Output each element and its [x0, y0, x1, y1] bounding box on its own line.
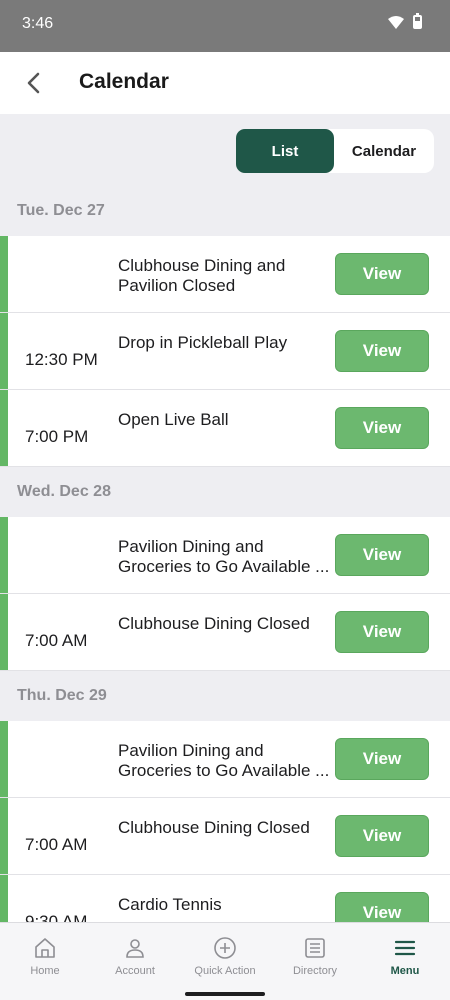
event-title: Open Live Ball — [118, 410, 229, 429]
tab-label: Menu — [390, 965, 420, 977]
event-row[interactable]: 12:30 PM Drop in Pickleball Play View — [0, 313, 450, 390]
battery-icon — [413, 13, 422, 29]
app-header: Calendar — [0, 52, 450, 114]
hamburger-icon — [394, 940, 416, 956]
calendar-view-button[interactable]: Calendar — [334, 129, 434, 173]
tab-label: Directory — [292, 965, 337, 977]
tab-label: Quick Action — [194, 965, 256, 977]
event-title: Clubhouse Dining Closed — [118, 818, 310, 837]
view-button[interactable]: View — [335, 253, 429, 295]
event-time: 12:30 PM — [25, 350, 98, 369]
home-icon — [35, 938, 55, 958]
list-view-button[interactable]: List — [236, 129, 334, 173]
event-title: Cardio Tennis — [118, 895, 222, 914]
day-header: Tue. Dec 27 — [0, 186, 450, 236]
wifi-icon — [388, 15, 404, 29]
event-time: 7:00 AM — [25, 835, 88, 854]
bottom-tab-bar: Home Account Quick Action Directory Menu — [0, 922, 450, 1000]
event-row[interactable]: Pavilion Dining and Groceries to Go Avai… — [0, 721, 450, 798]
status-time: 3:46 — [22, 15, 54, 32]
plus-circle-icon — [214, 937, 236, 959]
day-header: Thu. Dec 29 — [0, 671, 450, 721]
event-title: Drop in Pickleball Play — [118, 333, 288, 352]
day-header: Wed. Dec 28 — [0, 467, 450, 517]
event-time: 9:30 AM — [25, 912, 88, 922]
event-list: Tue. Dec 27 Clubhouse Dining and Pavilio… — [0, 186, 450, 922]
status-bar: 3:46 — [0, 0, 450, 52]
page-title: Calendar — [79, 70, 169, 93]
event-title: Clubhouse Dining Closed — [118, 614, 310, 633]
calendar-content[interactable]: List Calendar Tue. Dec 27 Clubhouse Dini… — [0, 114, 450, 922]
tab-directory[interactable]: Directory — [270, 923, 360, 985]
back-button[interactable] — [16, 65, 52, 101]
event-title: Pavilion Dining and Groceries to Go Avai… — [118, 741, 330, 780]
event-accent — [0, 798, 8, 874]
view-button[interactable]: View — [335, 534, 429, 576]
event-accent — [0, 313, 8, 389]
tab-label: Account — [115, 965, 155, 977]
event-row[interactable]: 7:00 PM Open Live Ball View — [0, 390, 450, 467]
view-button[interactable]: View — [335, 738, 429, 780]
home-indicator — [185, 992, 265, 996]
tab-quick-action[interactable]: Quick Action — [180, 923, 270, 985]
chevron-left-icon — [27, 72, 40, 94]
event-accent — [0, 236, 8, 312]
event-row[interactable]: 9:30 AM Cardio Tennis View — [0, 875, 450, 922]
event-row[interactable]: 7:00 AM Clubhouse Dining Closed View — [0, 798, 450, 875]
view-button[interactable]: View — [335, 611, 429, 653]
tab-menu[interactable]: Menu — [360, 923, 450, 985]
event-accent — [0, 594, 8, 670]
list-icon — [305, 938, 325, 958]
tab-label: Home — [30, 965, 60, 977]
view-button[interactable]: View — [335, 330, 429, 372]
event-title: Clubhouse Dining and Pavilion Closed — [118, 256, 286, 295]
view-button[interactable]: View — [335, 815, 429, 857]
status-icons — [388, 13, 422, 29]
event-title: Pavilion Dining and Groceries to Go Avai… — [118, 537, 330, 576]
tab-home[interactable]: Home — [0, 923, 90, 985]
event-accent — [0, 875, 8, 922]
view-button[interactable]: View — [335, 892, 429, 922]
tab-account[interactable]: Account — [90, 923, 180, 985]
person-icon — [126, 939, 144, 958]
event-row[interactable]: Clubhouse Dining and Pavilion Closed Vie… — [0, 236, 450, 313]
event-accent — [0, 721, 8, 797]
event-time: 7:00 AM — [25, 631, 88, 650]
event-accent — [0, 517, 8, 593]
view-button[interactable]: View — [335, 407, 429, 449]
event-accent — [0, 390, 8, 466]
event-row[interactable]: Pavilion Dining and Groceries to Go Avai… — [0, 517, 450, 594]
event-time: 7:00 PM — [25, 427, 89, 446]
event-row[interactable]: 7:00 AM Clubhouse Dining Closed View — [0, 594, 450, 671]
view-toggle: List Calendar — [236, 129, 434, 173]
